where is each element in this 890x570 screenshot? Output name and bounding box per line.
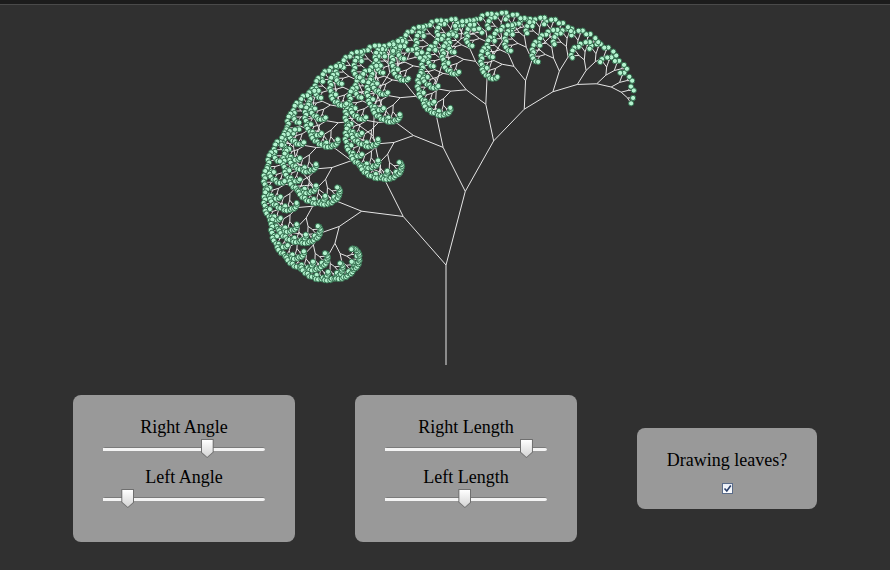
slider-fill (385, 498, 464, 501)
slider[interactable] (103, 447, 265, 451)
slider-label: Right Length (385, 415, 547, 439)
leaves-checkbox[interactable] (722, 483, 733, 494)
slider-label: Right Angle (103, 415, 265, 439)
leaves-panel: Drawing leaves? (637, 428, 817, 509)
leaves-label: Drawing leaves? (657, 448, 797, 472)
slider[interactable] (385, 447, 547, 451)
slider-track[interactable] (103, 497, 265, 501)
slider-fill (385, 448, 526, 451)
slider-track[interactable] (103, 447, 265, 451)
slider-label: Left Length (385, 465, 547, 489)
controls: Right Angle Left Angle Right Length Left Le… (0, 395, 890, 542)
check-icon (723, 484, 732, 493)
slider[interactable] (385, 497, 547, 501)
slider-label: Left Angle (103, 465, 265, 489)
slider-panel: Right Length Left Length (355, 395, 577, 542)
slider-track[interactable] (385, 447, 547, 451)
slider-fill (103, 448, 207, 451)
slider-track[interactable] (385, 497, 547, 501)
slider[interactable] (103, 497, 265, 501)
slider-panel: Right Angle Left Angle (73, 395, 295, 542)
fractal-tree-canvas (0, 5, 890, 380)
